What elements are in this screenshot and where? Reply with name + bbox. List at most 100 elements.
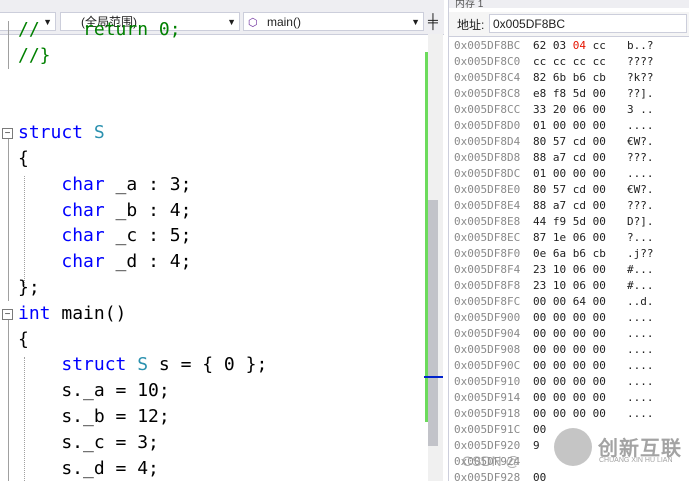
memory-byte[interactable]: 57: [553, 183, 566, 196]
code-line[interactable]: struct S: [18, 120, 105, 146]
memory-byte[interactable]: 00: [593, 231, 606, 244]
code-line[interactable]: s._b = 12;: [18, 404, 169, 430]
memory-byte[interactable]: 00: [553, 391, 566, 404]
memory-byte[interactable]: 9: [533, 439, 540, 452]
memory-row[interactable]: 0x005DF8D0 01 00 00 00....: [454, 118, 654, 134]
memory-byte[interactable]: cc: [533, 55, 546, 68]
memory-byte[interactable]: 00: [573, 311, 586, 324]
memory-byte[interactable]: 00: [533, 471, 546, 481]
memory-row[interactable]: 0x005DF914 00 00 00 00....: [454, 390, 654, 406]
memory-byte[interactable]: 00: [593, 87, 606, 100]
memory-byte[interactable]: 00: [533, 407, 546, 420]
memory-byte[interactable]: 00: [573, 327, 586, 340]
memory-byte[interactable]: 00: [593, 103, 606, 116]
memory-row[interactable]: 0x005DF8DC 01 00 00 00....: [454, 166, 654, 182]
code-line[interactable]: int main(): [18, 301, 126, 327]
memory-byte[interactable]: 82: [533, 71, 546, 84]
memory-byte[interactable]: 00: [593, 119, 606, 132]
memory-row[interactable]: 0x005DF8BC 62 03 04 cc b..?: [454, 38, 654, 54]
memory-byte[interactable]: 10: [553, 263, 566, 276]
memory-byte[interactable]: cb: [593, 247, 606, 260]
memory-row[interactable]: 0x005DF8D4 80 57 cd 00 €W?.: [454, 134, 654, 150]
memory-row[interactable]: 0x005DF8C8 e8 f8 5d 00??].: [454, 86, 654, 102]
memory-row[interactable]: 0x005DF8C4 82 6b b6 cb ?k??: [454, 70, 654, 86]
memory-byte[interactable]: 00: [573, 167, 586, 180]
memory-byte[interactable]: 20: [553, 103, 566, 116]
memory-byte[interactable]: 10: [553, 279, 566, 292]
memory-byte[interactable]: 6b: [553, 71, 566, 84]
memory-byte[interactable]: 00: [593, 375, 606, 388]
memory-byte[interactable]: cd: [573, 135, 586, 148]
memory-byte[interactable]: 00: [593, 279, 606, 292]
memory-byte[interactable]: a7: [553, 151, 566, 164]
memory-byte[interactable]: 00: [533, 295, 546, 308]
scrollbar-thumb[interactable]: [428, 200, 438, 446]
code-line[interactable]: //}: [18, 43, 51, 69]
memory-byte[interactable]: 00: [533, 375, 546, 388]
code-line[interactable]: {: [18, 146, 29, 172]
memory-row[interactable]: 0x005DF910 00 00 00 00....: [454, 374, 654, 390]
memory-byte[interactable]: 00: [533, 327, 546, 340]
memory-byte[interactable]: 80: [533, 135, 546, 148]
memory-row[interactable]: 0x005DF8CC 33 20 06 00 3 ..: [454, 102, 654, 118]
memory-byte[interactable]: 00: [533, 359, 546, 372]
memory-row[interactable]: 0x005DF8C0 cc cc cc cc????: [454, 54, 654, 70]
memory-byte[interactable]: 44: [533, 215, 546, 228]
function-combo[interactable]: ⬡ main() ▼: [243, 12, 424, 31]
split-window-icon[interactable]: ╪: [424, 12, 442, 31]
memory-row[interactable]: 0x005DF908 00 00 00 00....: [454, 342, 654, 358]
memory-byte[interactable]: 00: [553, 359, 566, 372]
memory-row[interactable]: 0x005DF8F8 23 10 06 00 #...: [454, 278, 654, 294]
memory-byte[interactable]: 01: [533, 167, 546, 180]
memory-byte[interactable]: 00: [573, 407, 586, 420]
memory-byte[interactable]: 5d: [573, 87, 586, 100]
memory-byte[interactable]: 00: [533, 343, 546, 356]
memory-byte[interactable]: 00: [553, 167, 566, 180]
fold-toggle-icon[interactable]: −: [2, 308, 13, 320]
address-input[interactable]: 0x005DF8BC: [489, 14, 687, 33]
memory-byte[interactable]: f9: [553, 215, 566, 228]
memory-byte[interactable]: 00: [593, 151, 606, 164]
memory-row[interactable]: 0x005DF904 00 00 00 00....: [454, 326, 654, 342]
code-line[interactable]: s._d = 4;: [18, 456, 159, 481]
memory-byte[interactable]: 06: [573, 263, 586, 276]
memory-row[interactable]: 0x005DF900 00 00 00 00....: [454, 310, 654, 326]
memory-byte[interactable]: cc: [553, 55, 566, 68]
memory-row[interactable]: 0x005DF8FC 00 00 64 00 ..d.: [454, 294, 654, 310]
memory-row[interactable]: 0x005DF8EC 87 1e 06 00?...: [454, 230, 654, 246]
memory-byte[interactable]: cd: [573, 151, 586, 164]
memory-byte[interactable]: 87: [533, 231, 546, 244]
memory-byte[interactable]: 00: [533, 423, 546, 436]
memory-byte[interactable]: 5d: [573, 215, 586, 228]
memory-byte[interactable]: 00: [593, 295, 606, 308]
memory-byte[interactable]: 00: [593, 359, 606, 372]
memory-byte[interactable]: 00: [553, 343, 566, 356]
memory-byte[interactable]: 57: [553, 135, 566, 148]
fold-toggle-icon[interactable]: −: [2, 128, 13, 140]
memory-byte[interactable]: 00: [593, 343, 606, 356]
memory-byte[interactable]: 88: [533, 151, 546, 164]
code-editor[interactable]: ▼ (全局范围) ▼ ⬡ main() ▼ ╪ // return 0;//} s…: [0, 0, 444, 481]
code-line[interactable]: char _a : 3;: [18, 172, 191, 198]
code-line[interactable]: // return 0;: [18, 17, 181, 43]
memory-byte[interactable]: 62: [533, 39, 546, 52]
code-line[interactable]: {: [18, 327, 29, 353]
memory-byte[interactable]: 00: [593, 183, 606, 196]
memory-row[interactable]: 0x005DF8D8 88 a7 cd 00???.: [454, 150, 654, 166]
memory-byte[interactable]: 00: [553, 407, 566, 420]
code-line[interactable]: char _d : 4;: [18, 249, 191, 275]
memory-byte[interactable]: cc: [573, 55, 586, 68]
memory-byte[interactable]: 06: [573, 103, 586, 116]
memory-byte[interactable]: 88: [533, 199, 546, 212]
code-line[interactable]: char _c : 5;: [18, 223, 191, 249]
memory-byte[interactable]: 00: [573, 343, 586, 356]
memory-byte[interactable]: e8: [533, 87, 546, 100]
code-area[interactable]: // return 0;//} struct S{ char _a : 3; ch…: [0, 19, 424, 481]
code-line[interactable]: };: [18, 275, 40, 301]
memory-byte[interactable]: cd: [573, 183, 586, 196]
memory-byte[interactable]: 0e: [533, 247, 546, 260]
memory-row[interactable]: 0x005DF8E4 88 a7 cd 00???.: [454, 198, 654, 214]
memory-byte[interactable]: 00: [593, 135, 606, 148]
memory-byte[interactable]: 00: [593, 311, 606, 324]
memory-byte[interactable]: 00: [553, 119, 566, 132]
